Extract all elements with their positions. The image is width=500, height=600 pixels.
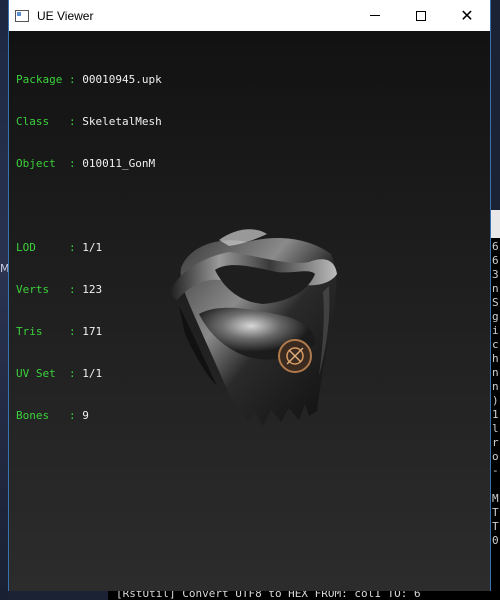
background-console-glyph: n [492, 282, 499, 295]
background-console-glyph: g [492, 310, 499, 323]
background-console-log-line: [RstUtil] Convert UTF8 to HEX FROM: col1… [116, 590, 421, 600]
background-console-glyph: - [492, 464, 499, 477]
info-separator: : [68, 73, 83, 86]
info-separator: : [68, 367, 83, 380]
info-row-lod: LOD : 1/1 [16, 241, 162, 255]
background-console-right: 6 6 3 n Sg i c h n n) 1 l r o - M T T 0 [491, 210, 500, 600]
background-console-scrollbar [491, 210, 500, 238]
app-window-icon[interactable] [15, 9, 29, 22]
background-console-glyph: c [492, 338, 499, 351]
info-label-package: Package [16, 73, 63, 86]
info-row-package: Package : 00010945.upk [16, 73, 162, 87]
minimize-button[interactable] [352, 0, 398, 31]
background-console-glyph: n [492, 380, 499, 393]
background-console-glyph: T [492, 506, 499, 519]
background-console-text-column: 6 6 3 n Sg i c h n n) 1 l r o - M T T 0 [492, 240, 499, 548]
info-label-tris: Tris [16, 325, 63, 338]
info-separator: : [68, 157, 83, 170]
info-value-object: 010011_GonM [82, 157, 156, 170]
info-label-object: Object [16, 157, 63, 170]
ue-viewer-window[interactable]: UE Viewer ✕ Package : 00010945.upk Class… [8, 0, 491, 591]
info-value-verts: 123 [82, 283, 103, 296]
info-separator: : [68, 241, 83, 254]
info-value-tris: 171 [82, 325, 103, 338]
window-controls: ✕ [352, 0, 490, 31]
close-button[interactable]: ✕ [444, 0, 490, 31]
close-icon: ✕ [460, 5, 474, 25]
info-value-bones: 9 [82, 409, 89, 422]
info-value-uvset: 1/1 [82, 367, 103, 380]
background-console-glyph: M [492, 492, 499, 505]
desktop-background-left [0, 0, 8, 600]
background-console-glyph: 6 [492, 240, 499, 253]
info-label-bones: Bones [16, 409, 63, 422]
info-separator: : [68, 115, 83, 128]
background-console-glyph: S [492, 296, 499, 309]
background-console-bottom: [RstUtil] Convert UTF8 to HEX FROM: col1… [108, 590, 500, 600]
background-console-glyph: l [492, 422, 499, 435]
background-console-glyph: T [492, 520, 499, 533]
background-console-glyph: o [492, 450, 499, 463]
info-row-object: Object : 010011_GonM [16, 157, 162, 171]
info-value-lod: 1/1 [82, 241, 103, 254]
info-row-verts: Verts : 123 [16, 283, 162, 297]
background-console-glyph: n [492, 366, 499, 379]
background-console-glyph: 3 [492, 268, 499, 281]
background-console-glyph [492, 478, 499, 492]
background-console-glyph: 6 [492, 254, 499, 267]
info-separator: : [68, 325, 83, 338]
maximize-button[interactable] [398, 0, 444, 31]
background-console-glyph: 1 [492, 408, 499, 421]
info-label-class: Class [16, 115, 63, 128]
info-separator: : [68, 409, 83, 422]
info-label-uvset: UV Set [16, 367, 63, 380]
mesh-info-overlay: Package : 00010945.upk Class : SkeletalM… [16, 45, 162, 451]
info-row-tris: Tris : 171 [16, 325, 162, 339]
3d-viewport[interactable]: Package : 00010945.upk Class : SkeletalM… [9, 31, 490, 591]
info-value-class: SkeletalMesh [82, 115, 162, 128]
info-row-uvset: UV Set : 1/1 [16, 367, 162, 381]
background-console-glyph: r [492, 436, 499, 449]
info-separator: : [68, 283, 83, 296]
window-title: UE Viewer [37, 8, 94, 23]
info-label-lod: LOD [16, 241, 63, 254]
background-console-glyph: h [492, 352, 499, 365]
title-bar[interactable]: UE Viewer ✕ [9, 0, 490, 31]
background-console-glyph: i [492, 324, 499, 337]
minimize-icon [370, 15, 380, 16]
info-value-package: 00010945.upk [82, 73, 162, 86]
background-console-glyph: 0 [492, 534, 499, 547]
maximize-icon [416, 10, 426, 21]
info-row-class: Class : SkeletalMesh [16, 115, 162, 129]
skeletal-mesh-render[interactable] [159, 216, 339, 426]
background-console-glyph: ) [492, 394, 499, 407]
info-label-verts: Verts [16, 283, 63, 296]
info-row-bones: Bones : 9 [16, 409, 162, 423]
